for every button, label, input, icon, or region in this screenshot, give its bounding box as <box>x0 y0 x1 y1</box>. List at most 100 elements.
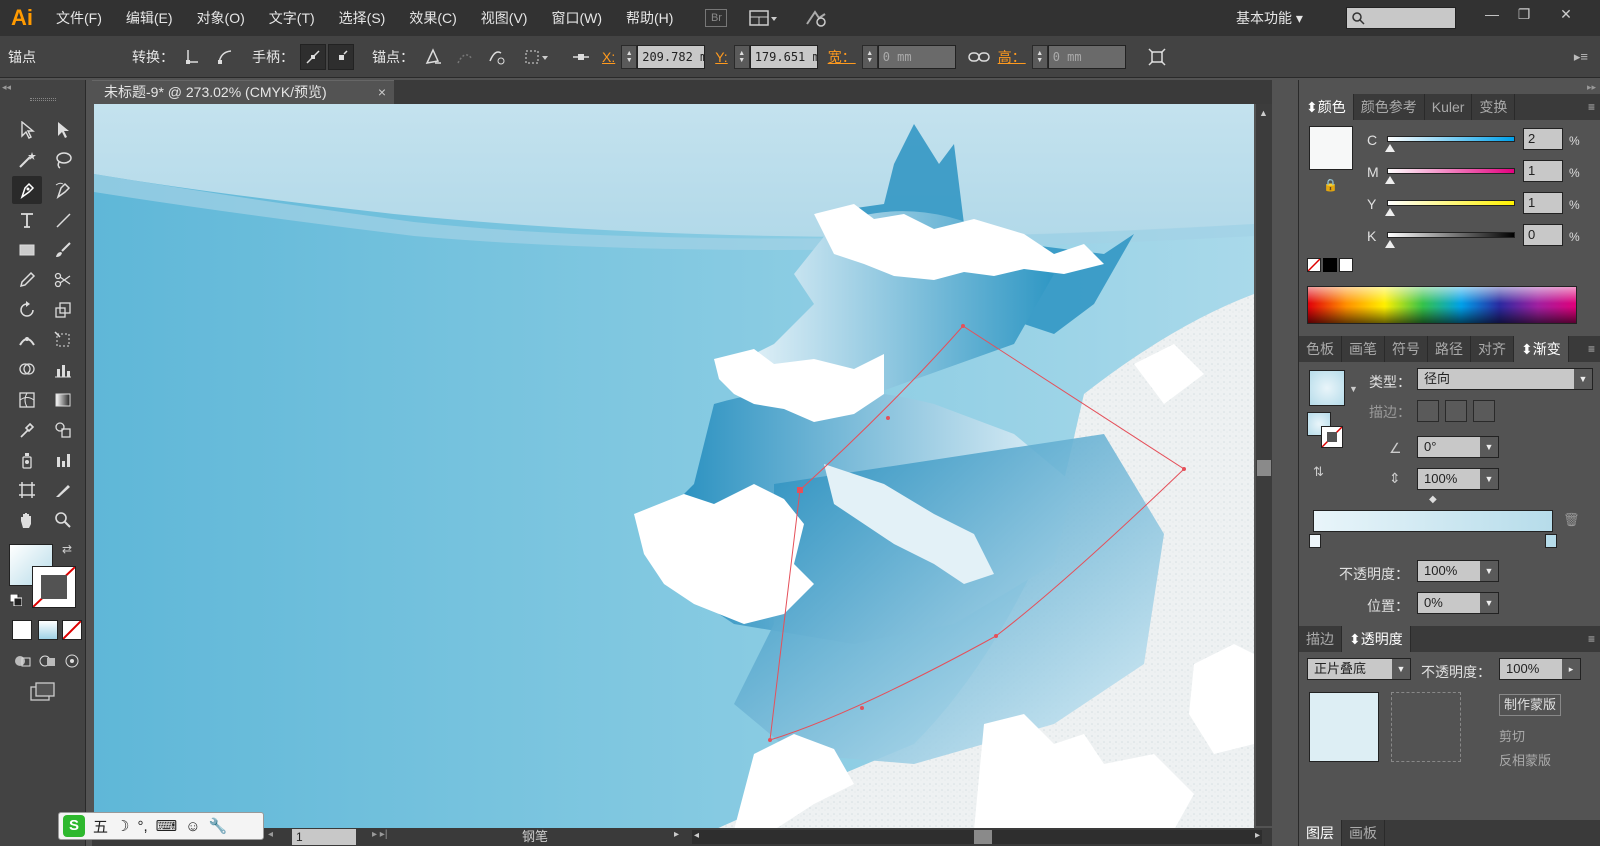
gradient-type-select[interactable]: 径向 ▼ <box>1417 368 1593 390</box>
pen-tool-icon[interactable] <box>12 176 42 204</box>
tab-pathfinder[interactable]: 路径 <box>1428 336 1471 362</box>
scissors-tool-icon[interactable] <box>48 266 78 294</box>
black-field[interactable]: 0 <box>1523 224 1563 246</box>
menu-object[interactable]: 对象(O) <box>185 0 257 36</box>
stroke-swatch[interactable] <box>32 566 76 608</box>
pencil-tool-icon[interactable] <box>12 266 42 294</box>
anchor-point[interactable] <box>768 738 772 742</box>
toolbar-grip[interactable] <box>30 98 56 101</box>
shape-builder-tool-icon[interactable] <box>12 356 42 384</box>
screen-mode-icon[interactable] <box>30 682 56 705</box>
artboard-navigator-field[interactable]: 1 <box>292 829 356 845</box>
show-handles-icon[interactable] <box>300 43 326 70</box>
ime-user-icon[interactable]: ☺ <box>185 818 200 835</box>
transform-icon[interactable] <box>1144 44 1170 70</box>
swap-fill-stroke-icon[interactable]: ⇄ <box>62 542 72 556</box>
magenta-slider[interactable] <box>1387 168 1515 174</box>
hide-handles-icon[interactable] <box>328 43 354 70</box>
magenta-field[interactable]: 1 <box>1523 160 1563 182</box>
none-mode-button[interactable] <box>62 620 82 640</box>
color-panel-menu-icon[interactable]: ≡ <box>1588 94 1600 120</box>
width-tool-icon[interactable] <box>12 326 42 354</box>
draw-behind-icon[interactable] <box>37 652 56 670</box>
out-of-web-icon[interactable]: 🔒 <box>1323 178 1338 192</box>
document-tab[interactable]: 未标题-9* @ 273.02% (CMYK/预览) × <box>92 80 394 104</box>
free-transform-tool-icon[interactable] <box>48 326 78 354</box>
gradient-aspect-field[interactable]: 100% ▼ <box>1417 468 1499 490</box>
tab-color-guide[interactable]: 颜色参考 <box>1354 94 1425 120</box>
tab-layers[interactable]: 图层 <box>1299 820 1342 846</box>
menu-help[interactable]: 帮助(H) <box>614 0 685 36</box>
sync-settings-icon[interactable] <box>801 8 831 28</box>
selection-tool-icon[interactable] <box>12 116 42 144</box>
vertical-scroll-thumb[interactable] <box>1257 460 1271 476</box>
convert-smooth-icon[interactable] <box>212 44 238 70</box>
ime-keyboard-icon[interactable]: ⌨ <box>156 817 178 835</box>
horizontal-scrollbar[interactable]: ◂ ▸ <box>692 830 1262 844</box>
color-spectrum[interactable] <box>1307 286 1577 324</box>
close-window-button[interactable]: ✕ <box>1552 4 1580 24</box>
scroll-up-icon[interactable]: ▲ <box>1259 108 1268 118</box>
gradient-opacity-field[interactable]: 100% ▼ <box>1417 560 1499 582</box>
default-fill-stroke-icon[interactable] <box>9 593 23 607</box>
convert-corner-icon[interactable] <box>180 44 206 70</box>
gradient-tool-icon[interactable] <box>48 386 78 414</box>
x-stepper[interactable]: ▲ ▼ <box>621 44 638 69</box>
vertical-scrollbar[interactable]: ▲ <box>1256 104 1272 826</box>
stroke-within-icon[interactable] <box>1417 400 1439 422</box>
midpoint-diamond-icon[interactable]: ◆ <box>1429 494 1437 505</box>
draw-normal-icon[interactable] <box>12 652 31 670</box>
delete-stop-icon[interactable]: 🗑 <box>1563 512 1580 528</box>
transparency-opacity-field[interactable]: 100% ▸ <box>1499 658 1581 680</box>
menu-effect[interactable]: 效果(C) <box>397 0 468 36</box>
tab-align[interactable]: 对齐 <box>1471 336 1514 362</box>
anchor-point[interactable] <box>994 634 998 638</box>
anchor-point[interactable] <box>797 487 803 493</box>
control-bar-menu-icon[interactable]: ▸≡ <box>1574 49 1588 65</box>
search-input[interactable] <box>1346 7 1456 29</box>
zoom-tool-icon[interactable] <box>48 506 78 534</box>
ime-moon-icon[interactable]: ☽ <box>116 817 129 835</box>
width-field[interactable]: 0 mm <box>877 44 956 69</box>
cyan-slider-thumb[interactable] <box>1385 144 1395 152</box>
cyan-field[interactable]: 2 <box>1523 128 1563 150</box>
clip-checkbox[interactable]: 剪切 <box>1499 726 1525 745</box>
stroke-across-icon[interactable] <box>1473 400 1495 422</box>
blend-mode-select[interactable]: 正片叠底 ▼ <box>1307 658 1411 680</box>
collapse-dock-icon[interactable]: ▸▸ <box>1587 82 1596 93</box>
status-menu-arrow-icon[interactable]: ▸ <box>674 829 679 840</box>
constrain-proportions-icon[interactable] <box>966 44 992 70</box>
rectangle-tool-icon[interactable] <box>12 236 42 264</box>
curvature-tool-icon[interactable] <box>48 176 78 204</box>
stroke-along-icon[interactable] <box>1445 400 1467 422</box>
artboard-canvas[interactable] <box>94 104 1254 830</box>
cyan-slider[interactable] <box>1387 136 1515 142</box>
workspace-switcher[interactable]: 基本功能 ▾ <box>1236 0 1303 36</box>
paintbrush-tool-icon[interactable] <box>48 236 78 264</box>
direct-selection-tool-icon[interactable] <box>48 116 78 144</box>
make-mask-button[interactable]: 制作蒙版 <box>1499 694 1561 716</box>
minimize-button[interactable]: — <box>1478 4 1506 24</box>
scroll-right-icon[interactable]: ▸ <box>1255 830 1260 841</box>
magic-wand-tool-icon[interactable] <box>12 146 42 174</box>
tab-kuler[interactable]: Kuler <box>1425 94 1473 120</box>
ime-punctuation-icon[interactable]: °, <box>137 818 147 835</box>
tab-color[interactable]: ⬍颜色 <box>1299 94 1354 120</box>
tab-artboards[interactable]: 画板 <box>1342 820 1385 846</box>
yellow-slider[interactable] <box>1387 200 1515 206</box>
tab-gradient[interactable]: ⬍渐变 <box>1514 336 1569 362</box>
menu-edit[interactable]: 编辑(E) <box>114 0 185 36</box>
width-stepper[interactable]: ▲ ▼ <box>861 44 878 69</box>
anchor-point[interactable] <box>961 324 965 328</box>
gradient-location-field[interactable]: 0% ▼ <box>1417 592 1499 614</box>
artboard-tool-icon[interactable] <box>12 476 42 504</box>
ime-input-mode[interactable]: 五 <box>93 816 108 837</box>
slice-tool-icon[interactable] <box>48 476 78 504</box>
hand-tool-icon[interactable] <box>12 506 42 534</box>
color-mode-button[interactable] <box>12 620 32 640</box>
anchor-point[interactable] <box>1182 467 1186 471</box>
isolate-icon[interactable] <box>524 44 550 70</box>
color-fill-preview[interactable] <box>1309 126 1353 170</box>
height-stepper[interactable]: ▲ ▼ <box>1031 44 1048 69</box>
anchor-point[interactable] <box>886 416 890 420</box>
